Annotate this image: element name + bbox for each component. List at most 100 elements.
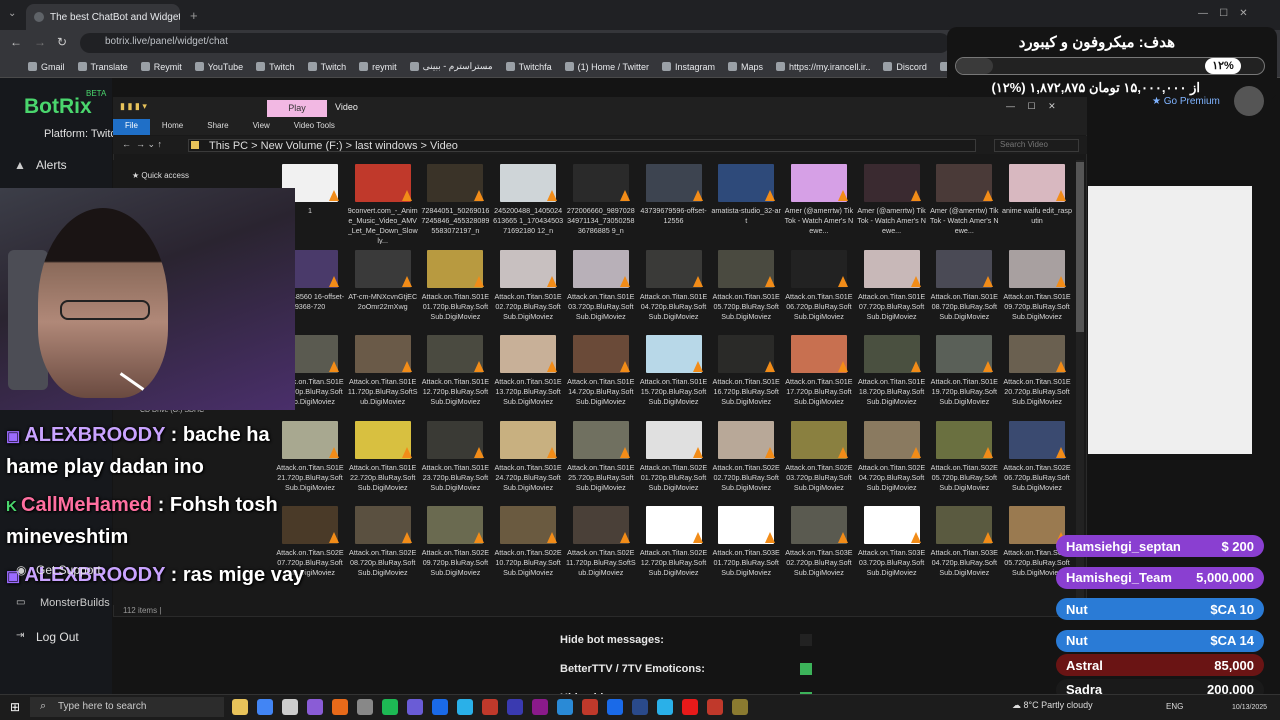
file-item[interactable]: Attack.on.Titan.S02E10.720p.BluRay.SoftS… xyxy=(493,502,563,586)
ribbon-tab[interactable]: File xyxy=(113,119,150,135)
bookmark-item[interactable]: YouTube xyxy=(194,62,243,72)
file-item[interactable]: Attack.on.Titan.S01E19.720p.BluRay.SoftS… xyxy=(929,331,999,415)
sidebar-item-support[interactable]: Get Support xyxy=(36,563,101,577)
logout-button[interactable]: Log Out xyxy=(36,630,79,644)
file-item[interactable]: Attack.on.Titan.S02E02.720p.BluRay.SoftS… xyxy=(711,417,781,501)
bookmark-item[interactable]: Discord xyxy=(883,62,927,72)
explorer-search-input[interactable]: Search Video xyxy=(994,139,1079,152)
bookmark-item[interactable]: Maps xyxy=(728,62,763,72)
taskbar-app-icon[interactable] xyxy=(407,699,423,715)
reload-icon[interactable]: ↻ xyxy=(57,35,67,49)
file-item[interactable]: Attack.on.Titan.S01E01.720p.BluRay.SoftS… xyxy=(420,246,490,330)
file-item[interactable]: Attack.on.Titan.S03E02.720p.BluRay.SoftS… xyxy=(784,502,854,586)
file-item[interactable]: Attack.on.Titan.S02E03.720p.BluRay.SoftS… xyxy=(784,417,854,501)
file-item[interactable]: Attack.on.Titan.S02E04.720p.BluRay.SoftS… xyxy=(857,417,927,501)
ribbon-tab[interactable]: Video Tools xyxy=(282,119,347,135)
file-item[interactable]: Attack.on.Titan.S01E22.720p.BluRay.SoftS… xyxy=(348,417,418,501)
taskbar-app-icon[interactable] xyxy=(432,699,448,715)
file-item[interactable]: Attack.on.Titan.S01E18.720p.BluRay.SoftS… xyxy=(857,331,927,415)
bookmark-item[interactable]: (1) Home / Twitter xyxy=(564,62,649,72)
file-item[interactable]: Attack.on.Titan.S01E04.720p.BluRay.SoftS… xyxy=(639,246,709,330)
file-item[interactable]: AT-cm-MNXcvnGtjEC2oOmr22mXwg xyxy=(348,246,418,330)
file-item[interactable]: Attack.on.Titan.S02E06.720p.BluRay.SoftS… xyxy=(1002,417,1072,501)
bookmark-item[interactable]: reymit xyxy=(359,62,397,72)
browser-tab[interactable]: The best ChatBot and Widgets ✕ xyxy=(26,4,180,30)
taskbar-app-icon[interactable] xyxy=(307,699,323,715)
botrix-logo[interactable]: BotRix xyxy=(24,95,92,119)
language-indicator[interactable]: ENG xyxy=(1166,702,1183,711)
file-item[interactable]: Attack.on.Titan.S02E01.720p.BluRay.SoftS… xyxy=(639,417,709,501)
taskbar-app-icon[interactable] xyxy=(257,699,273,715)
sidebar-item-monsterbuilds[interactable]: MonsterBuilds xyxy=(40,597,110,609)
taskbar-app-icon[interactable] xyxy=(582,699,598,715)
file-item[interactable]: Attack.on.Titan.S01E16.720p.BluRay.SoftS… xyxy=(711,331,781,415)
back-icon[interactable]: ← xyxy=(10,35,22,49)
file-item[interactable]: 245200488_1405024613665 1_17043450371692… xyxy=(493,160,563,244)
taskbar-app-icon[interactable] xyxy=(707,699,723,715)
file-item[interactable]: Attack.on.Titan.S01E06.720p.BluRay.SoftS… xyxy=(784,246,854,330)
taskbar-app-icon[interactable] xyxy=(482,699,498,715)
file-item[interactable]: 43739679596-offset-12556 xyxy=(639,160,709,244)
file-item[interactable]: Attack.on.Titan.S02E11.720p.BluRay.SoftS… xyxy=(566,502,636,586)
file-item[interactable]: Attack.on.Titan.S01E24.720p.BluRay.SoftS… xyxy=(493,417,563,501)
bookmark-item[interactable]: Translate xyxy=(77,62,128,72)
weather-widget[interactable]: ☁ 8°C Partly cloudy xyxy=(1012,700,1093,711)
bookmark-item[interactable]: Instagram xyxy=(661,62,715,72)
file-item[interactable]: amatista-studio_32-art xyxy=(711,160,781,244)
file-item[interactable]: Attack.on.Titan.S01E17.720p.BluRay.SoftS… xyxy=(784,331,854,415)
taskbar-app-icon[interactable] xyxy=(682,699,698,715)
file-item[interactable]: Attack.on.Titan.S01E14.720p.BluRay.SoftS… xyxy=(566,331,636,415)
taskbar-app-icon[interactable] xyxy=(507,699,523,715)
bookmark-item[interactable]: Twitch xyxy=(307,62,346,72)
taskbar-app-icon[interactable] xyxy=(557,699,573,715)
address-bar[interactable]: botrix.live/panel/widget/chat xyxy=(80,33,950,53)
file-item[interactable]: Attack.on.Titan.S02E08.720p.BluRay.SoftS… xyxy=(348,502,418,586)
tab-search-icon[interactable]: ⌄ xyxy=(8,8,20,20)
bookmark-item[interactable]: https://my.irancell.ir.. xyxy=(776,62,870,72)
file-item[interactable]: Attack.on.Titan.S02E12.720p.BluRay.SoftS… xyxy=(639,502,709,586)
file-item[interactable]: 272006660_989702834971134_73050258367868… xyxy=(566,160,636,244)
new-tab-icon[interactable]: + xyxy=(190,8,198,23)
file-item[interactable]: Amer (@amerrtw) TikTok - Watch Amer's Ne… xyxy=(929,160,999,244)
bookmark-item[interactable]: مستراسترم - ببینی xyxy=(409,61,493,72)
file-item[interactable]: Attack.on.Titan.S01E11.720p.BluRay.SoftS… xyxy=(348,331,418,415)
forward-icon[interactable]: → xyxy=(34,35,46,49)
file-item[interactable]: Attack.on.Titan.S01E20.720p.BluRay.SoftS… xyxy=(1002,331,1072,415)
file-item[interactable]: Attack.on.Titan.S03E04.720p.BluRay.SoftS… xyxy=(929,502,999,586)
file-item[interactable]: Attack.on.Titan.S02E05.720p.BluRay.SoftS… xyxy=(929,417,999,501)
file-item[interactable]: Attack.on.Titan.S01E15.720p.BluRay.SoftS… xyxy=(639,331,709,415)
taskbar-app-icon[interactable] xyxy=(382,699,398,715)
file-item[interactable]: Amer (@amerrtw) TikTok - Watch Amer's Ne… xyxy=(784,160,854,244)
file-item[interactable]: Attack.on.Titan.S01E09.720p.BluRay.SoftS… xyxy=(1002,246,1072,330)
ribbon-tab[interactable]: Share xyxy=(195,119,240,135)
file-item[interactable]: Attack.on.Titan.S01E12.720p.BluRay.SoftS… xyxy=(420,331,490,415)
file-item[interactable]: Attack.on.Titan.S01E07.720p.BluRay.SoftS… xyxy=(857,246,927,330)
taskbar-app-icon[interactable] xyxy=(607,699,623,715)
setting-toggle[interactable] xyxy=(800,633,812,646)
bookmark-item[interactable]: Twitch xyxy=(256,62,295,72)
bookmark-item[interactable]: Gmail xyxy=(28,62,65,72)
file-item[interactable]: Attack.on.Titan.S01E13.720p.BluRay.SoftS… xyxy=(493,331,563,415)
setting-toggle[interactable] xyxy=(800,662,812,675)
file-item[interactable]: Attack.on.Titan.S03E03.720p.BluRay.SoftS… xyxy=(857,502,927,586)
taskbar-app-icon[interactable] xyxy=(282,699,298,715)
avatar[interactable] xyxy=(1234,86,1264,116)
explorer-breadcrumb[interactable]: This PC > New Volume (F:) > last windows… xyxy=(188,139,976,152)
taskbar-app-icon[interactable] xyxy=(357,699,373,715)
taskbar-app-icon[interactable] xyxy=(332,699,348,715)
window-controls[interactable]: — ☐ ✕ xyxy=(1198,8,1248,19)
bookmark-item[interactable]: Twitchfa xyxy=(505,62,552,72)
file-item[interactable]: Attack.on.Titan.S01E03.720p.BluRay.SoftS… xyxy=(566,246,636,330)
file-item[interactable]: Attack.on.Titan.S01E02.720p.BluRay.SoftS… xyxy=(493,246,563,330)
file-item[interactable]: Attack.on.Titan.S01E08.720p.BluRay.SoftS… xyxy=(929,246,999,330)
taskbar-app-icon[interactable] xyxy=(532,699,548,715)
clock-date[interactable]: 10/13/2025 xyxy=(1232,704,1267,711)
file-item[interactable]: anime waifu edit_rasputin xyxy=(1002,160,1072,244)
file-item[interactable]: Attack.on.Titan.S03E01.720p.BluRay.SoftS… xyxy=(711,502,781,586)
taskbar-search-input[interactable]: Type here to search xyxy=(30,697,224,717)
file-item[interactable]: Attack.on.Titan.S02E09.720p.BluRay.SoftS… xyxy=(420,502,490,586)
file-item[interactable]: Attack.on.Titan.S01E23.720p.BluRay.SoftS… xyxy=(420,417,490,501)
quick-access-item[interactable]: ★ Quick access xyxy=(132,171,189,180)
file-item[interactable]: Attack.on.Titan.S01E25.720p.BluRay.SoftS… xyxy=(566,417,636,501)
start-icon[interactable]: ⊞ xyxy=(10,700,20,714)
